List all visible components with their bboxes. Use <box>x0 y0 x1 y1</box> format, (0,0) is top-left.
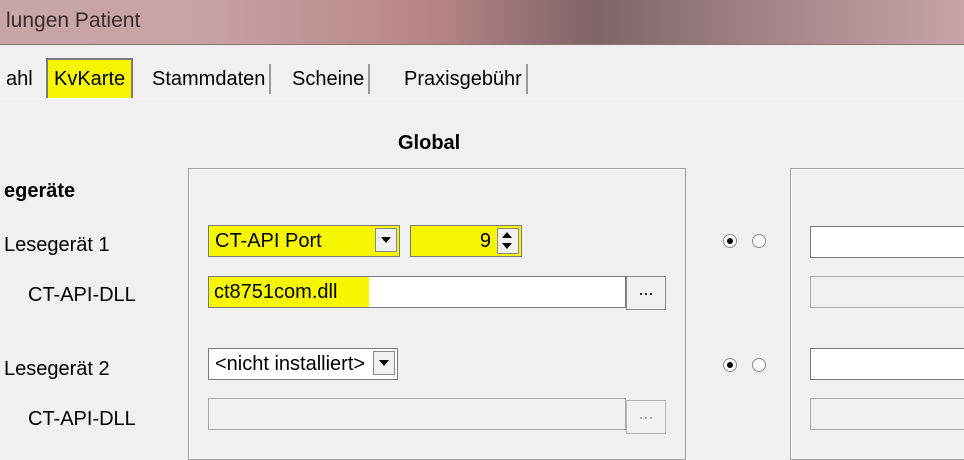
tab-scheine[interactable]: Scheine <box>292 64 371 94</box>
reader2-dll-label: CT-API-DLL <box>28 408 136 430</box>
tab-stammdaten[interactable]: Stammdaten <box>152 64 272 94</box>
reader1-radio-option-2[interactable] <box>752 234 766 248</box>
window-title: lungen Patient <box>6 9 141 32</box>
spin-arrows-icon[interactable] <box>497 228 519 254</box>
reader2-label: Lesegerät 2 <box>4 358 110 380</box>
reader1-dll-value: ct8751com.dll <box>214 281 338 303</box>
reader1-port-select[interactable]: CT-API Port <box>208 225 400 257</box>
reader1-dll-label: CT-API-DLL <box>28 284 136 306</box>
group-label: egeräte <box>4 180 76 202</box>
reader1-port-value: CT-API Port <box>215 230 322 252</box>
section-heading: Global <box>398 132 461 154</box>
reader1-port-number-value: 9 <box>479 230 491 252</box>
reader2-port-select[interactable]: <nicht installiert> <box>208 348 398 380</box>
reader2-browse-button: ... <box>626 400 666 434</box>
reader2-right-field-2 <box>810 398 964 430</box>
reader1-radio-option-1[interactable] <box>723 234 737 248</box>
reader2-port-value: <nicht installiert> <box>215 353 366 375</box>
reader2-radio-option-2[interactable] <box>752 358 766 372</box>
reader2-radio-option-1[interactable] <box>723 358 737 372</box>
tab-kvkarte[interactable]: KvKarte <box>46 58 134 98</box>
tab-auswahl[interactable]: ahl <box>6 64 33 94</box>
reader1-browse-button[interactable]: ... <box>626 276 666 310</box>
tab-praxisgebuehr[interactable]: Praxisgebühr <box>404 64 528 94</box>
reader1-port-number[interactable]: 9 <box>410 225 522 257</box>
reader1-dll-input[interactable]: ct8751com.dll <box>208 276 626 308</box>
reader2-right-field[interactable] <box>810 348 964 380</box>
chevron-down-icon[interactable] <box>373 351 395 375</box>
reader1-label: Lesegerät 1 <box>4 234 110 256</box>
reader2-dll-input <box>208 398 626 430</box>
chevron-down-icon[interactable] <box>375 228 397 252</box>
reader1-right-field[interactable] <box>810 226 964 258</box>
reader1-right-field-2 <box>810 276 964 308</box>
tab-divider <box>0 98 964 99</box>
tab-strip: ahl KvKarte Stammdaten Scheine Praxisgeb… <box>0 58 964 100</box>
title-bar: lungen Patient <box>0 0 964 45</box>
